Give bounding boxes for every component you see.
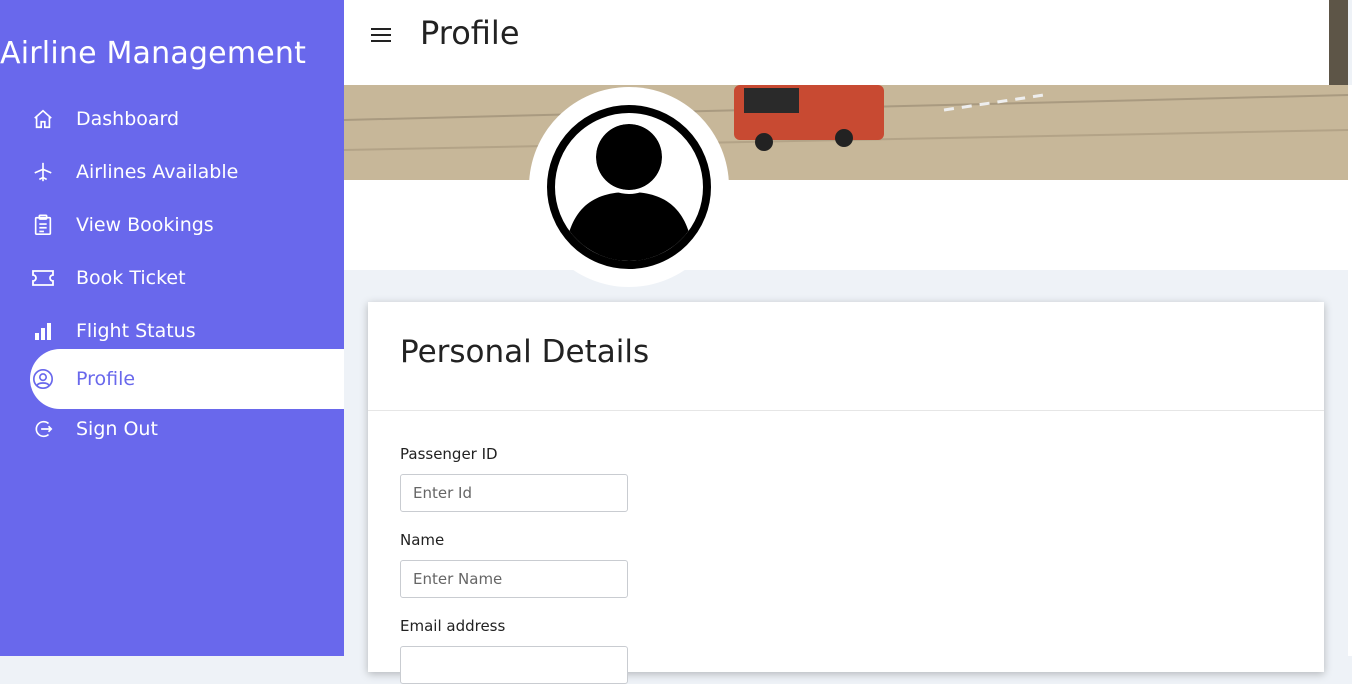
sidebar-item-label: View Bookings xyxy=(76,213,214,236)
sign-out-icon xyxy=(31,417,55,441)
sidebar-item-sign-out[interactable]: Sign Out xyxy=(0,402,344,455)
email-label: Email address xyxy=(400,617,506,635)
sidebar-item-airlines-available[interactable]: Airlines Available xyxy=(0,145,344,198)
sidebar-item-view-bookings[interactable]: View Bookings xyxy=(0,198,344,251)
airplane-icon xyxy=(31,160,55,184)
passenger-id-label: Passenger ID xyxy=(400,445,498,463)
sidebar-item-label: Dashboard xyxy=(76,107,180,130)
passenger-id-input[interactable] xyxy=(400,474,628,512)
personal-details-card: Personal Details Passenger ID Name Email… xyxy=(368,302,1324,684)
sidebar-item-book-ticket[interactable]: Book Ticket xyxy=(0,251,344,304)
card-header: Personal Details xyxy=(368,302,1324,411)
sidebar-item-label: Flight Status xyxy=(76,319,196,342)
avatar-icon xyxy=(547,105,711,269)
home-icon xyxy=(31,107,55,131)
ticket-icon xyxy=(31,266,55,290)
name-label: Name xyxy=(400,531,445,549)
hamburger-icon[interactable] xyxy=(370,24,394,48)
name-input[interactable] xyxy=(400,560,628,598)
brand-title: Airline Management xyxy=(0,36,307,71)
card-title: Personal Details xyxy=(400,334,650,370)
sidebar: Airline Management Dashboard Airlines Av… xyxy=(0,0,344,656)
passenger-id-field-group: Passenger ID xyxy=(400,445,628,512)
page-title: Profile xyxy=(420,14,520,52)
name-field-group: Name xyxy=(400,531,628,598)
sidebar-item-label: Sign Out xyxy=(76,417,158,440)
top-bar: Profile xyxy=(344,0,1329,85)
sidebar-item-dashboard[interactable]: Dashboard xyxy=(0,92,344,145)
email-input[interactable] xyxy=(400,646,628,684)
bar-chart-icon xyxy=(31,319,55,343)
sidebar-item-label: Airlines Available xyxy=(76,160,239,183)
sidebar-item-label: Profile xyxy=(76,368,136,390)
profile-strip xyxy=(344,180,1348,270)
email-field-group: Email address xyxy=(400,617,628,684)
sidebar-item-label: Book Ticket xyxy=(76,266,186,289)
user-circle-icon xyxy=(31,367,55,391)
avatar xyxy=(529,87,729,287)
sidebar-item-profile[interactable]: Profile xyxy=(30,349,344,409)
scrollbar-track[interactable] xyxy=(1348,85,1352,656)
clipboard-icon xyxy=(31,213,55,237)
sidebar-nav: Dashboard Airlines Available View Bookin… xyxy=(0,92,344,455)
